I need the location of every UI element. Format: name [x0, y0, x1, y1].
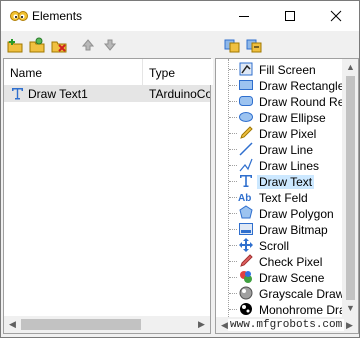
tree-item-label: Draw Ellipse	[259, 111, 326, 125]
tree-connector	[229, 293, 237, 294]
lines-icon	[238, 157, 254, 173]
expand-all-button[interactable]	[223, 36, 241, 54]
move-down-button[interactable]	[101, 36, 119, 54]
tree-item-label: Draw Line	[259, 143, 314, 157]
title-bar[interactable]: Elements	[1, 1, 359, 31]
tree-connector	[229, 69, 237, 70]
tree-connector	[229, 165, 237, 166]
text-icon	[238, 173, 254, 189]
tree-item[interactable]: Draw Text	[216, 173, 342, 189]
tree-item[interactable]: Draw Lines	[216, 157, 342, 173]
palette-toolbar	[215, 32, 359, 58]
tree-connector	[229, 101, 237, 102]
horizontal-scrollbar[interactable]: ◀ ▶	[4, 316, 210, 333]
tree-item-label: Grayscale Draw S	[259, 287, 342, 301]
pencil-icon	[238, 125, 254, 141]
tree-item-label: Check Pixel	[259, 255, 323, 269]
maximize-button[interactable]	[267, 1, 313, 31]
tree-connector	[229, 261, 237, 262]
column-header-name[interactable]: Name	[4, 59, 143, 85]
tree-item[interactable]: Draw Rectangle	[216, 77, 342, 93]
tree-item-label: Draw Pixel	[259, 127, 317, 141]
scrollbar-thumb[interactable]	[21, 319, 141, 330]
tree-item[interactable]: Draw Scene	[216, 269, 342, 285]
ellipse-icon	[238, 109, 254, 125]
tree-item-label: Draw Lines	[259, 159, 320, 173]
tree-item[interactable]: Fill Screen	[216, 61, 342, 77]
tree-item-label: Draw Rectangle	[259, 79, 342, 93]
elements-window: Elements Name Type Draw Text1 TArduinoCo…	[0, 0, 360, 338]
tree-item[interactable]: Scroll	[216, 237, 342, 253]
line-icon	[238, 141, 254, 157]
tree-item[interactable]: Draw Line	[216, 141, 342, 157]
svg-text:Ab: Ab	[238, 193, 251, 204]
polygon-icon	[238, 205, 254, 221]
tree-item[interactable]: Draw Round Recta	[216, 93, 342, 109]
tree-item-label: Draw Text	[257, 175, 315, 189]
check-pixel-icon	[238, 253, 254, 269]
window-title: Elements	[32, 9, 83, 23]
minimize-button[interactable]	[221, 1, 267, 31]
app-eyes-icon	[10, 8, 28, 24]
tree-item-label: Draw Polygon	[259, 207, 334, 221]
tree-item[interactable]: Draw Pixel	[216, 125, 342, 141]
tree-item[interactable]: Grayscale Draw S	[216, 285, 342, 301]
tree-connector	[229, 197, 237, 198]
tree-item-label: Fill Screen	[259, 63, 316, 77]
text-icon	[10, 86, 25, 101]
close-button[interactable]	[313, 1, 359, 31]
tree-item-label: Draw Bitmap	[259, 223, 328, 237]
list-item[interactable]: Draw Text1 TArduinoColo	[4, 85, 210, 102]
tree-item-label: Draw Round Recta	[259, 95, 342, 109]
column-header-type[interactable]: Type	[143, 59, 213, 85]
tree-connector	[229, 133, 237, 134]
add-group-button[interactable]	[28, 36, 46, 54]
tree-item-label: Monohrome Draw	[259, 303, 342, 317]
tree-item[interactable]: Draw Ellipse	[216, 109, 342, 125]
scroll-down-arrow[interactable]: ▼	[342, 300, 358, 317]
tree-item[interactable]: Check Pixel	[216, 253, 342, 269]
delete-element-button[interactable]	[50, 36, 68, 54]
collapse-all-button[interactable]	[245, 36, 263, 54]
scroll-left-arrow[interactable]: ◀	[4, 316, 21, 333]
element-name: Draw Text1	[28, 87, 88, 101]
tree-connector	[229, 245, 237, 246]
tree-item[interactable]: Ab Text Feld	[216, 189, 342, 205]
round-rectangle-icon	[238, 93, 254, 109]
monochrome-icon	[238, 301, 254, 317]
text-field-icon: Ab	[238, 189, 254, 205]
fill-screen-icon	[238, 61, 254, 77]
grayscale-icon	[238, 285, 254, 301]
tree-item[interactable]: Draw Bitmap	[216, 221, 342, 237]
bitmap-icon	[238, 221, 254, 237]
tree-items: Fill Screen Draw Rectangle Draw Round Rect…	[216, 59, 342, 317]
scroll-right-arrow[interactable]: ▶	[193, 316, 210, 333]
scroll-icon	[238, 237, 254, 253]
scrollbar-thumb[interactable]	[346, 76, 355, 300]
tree-item-label: Draw Scene	[259, 271, 325, 285]
tree-item-label: Text Feld	[259, 191, 308, 205]
element-type: TArduinoColo	[149, 87, 210, 101]
tree-connector	[229, 229, 237, 230]
watermark: www.mfgrobots.com	[228, 319, 345, 331]
add-element-button[interactable]	[6, 36, 24, 54]
tree-item[interactable]: Draw Polygon	[216, 205, 342, 221]
elements-list[interactable]: Name Type Draw Text1 TArduinoColo ◀ ▶	[3, 58, 213, 334]
scroll-up-arrow[interactable]: ▲	[342, 59, 358, 76]
scene-icon	[238, 269, 254, 285]
palette-tree[interactable]: Fill Screen Draw Rectangle Draw Round Rect…	[215, 58, 359, 334]
tree-connector	[229, 309, 237, 310]
tree-connector	[229, 277, 237, 278]
tree-connector	[229, 181, 237, 182]
tree-connector	[229, 85, 237, 86]
rectangle-icon	[238, 77, 254, 93]
vertical-scrollbar[interactable]: ▲ ▼	[342, 59, 358, 317]
tree-connector	[229, 149, 237, 150]
tree-connector	[229, 213, 237, 214]
tree-item[interactable]: Monohrome Draw	[216, 301, 342, 317]
tree-item-label: Scroll	[259, 239, 290, 253]
tree-connector	[229, 117, 237, 118]
move-up-button[interactable]	[79, 36, 97, 54]
